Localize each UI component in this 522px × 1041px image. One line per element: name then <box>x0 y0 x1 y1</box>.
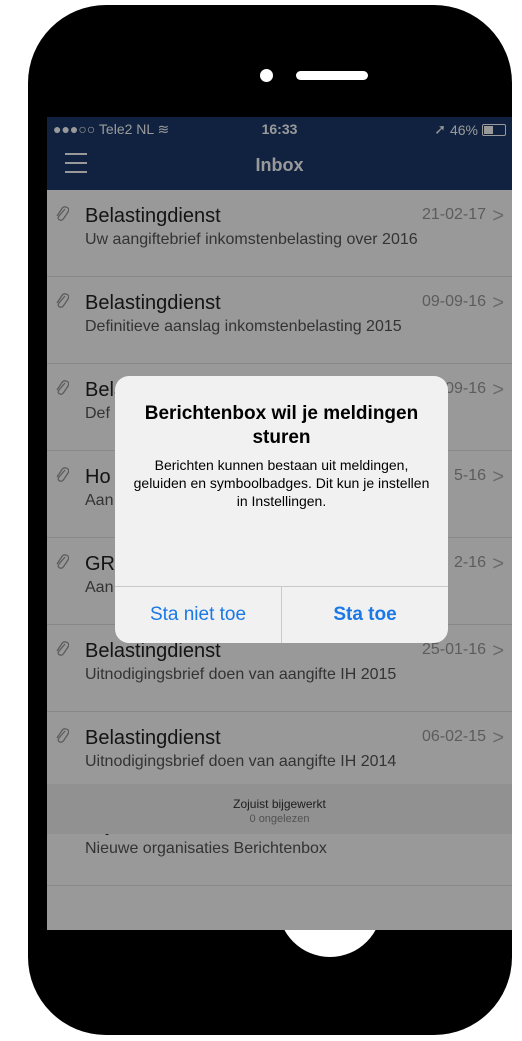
screen: ●●●○○ Tele2 NL ≋ 16:33 ➚ 46% Inbox Belas… <box>47 117 512 930</box>
permission-alert: Berichtenbox wil je meldingen sturen Ber… <box>115 376 448 643</box>
allow-button[interactable]: Sta toe <box>281 587 448 643</box>
deny-button[interactable]: Sta niet toe <box>115 587 281 643</box>
earpiece-speaker <box>296 71 368 80</box>
alert-buttons: Sta niet toe Sta toe <box>115 586 448 643</box>
alert-message: Berichten kunnen bestaan uit meldingen, … <box>133 457 430 509</box>
alert-title: Berichtenbox wil je meldingen sturen <box>144 403 419 448</box>
front-camera <box>260 69 273 82</box>
